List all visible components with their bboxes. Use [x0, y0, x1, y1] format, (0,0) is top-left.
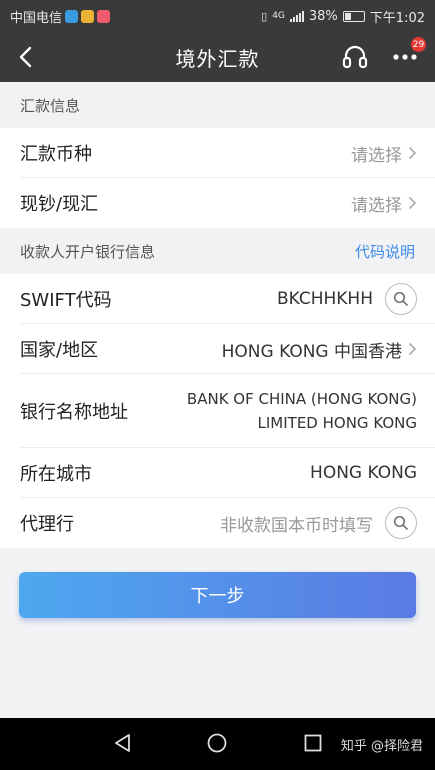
country-row[interactable]: 国家/地区 HONG KONG 中国香港 — [0, 324, 435, 374]
watermark-text: 知乎 @择险君 — [340, 739, 423, 754]
chevron-right-icon — [408, 342, 417, 356]
agent-bank-placeholder: 非收款国本币时填写 — [220, 515, 373, 536]
cash-type-select-text: 请选择 — [351, 195, 402, 216]
system-navigation-bar: 知乎 @择险君 — [0, 718, 435, 770]
bank-info-title: 收款人开户银行信息 — [20, 242, 156, 261]
square-recents-icon — [304, 734, 322, 752]
notification-badge: 29 — [411, 37, 426, 52]
carrier-label: 中国电信 — [10, 10, 63, 26]
system-back-button[interactable] — [112, 732, 134, 758]
battery-percent: 38% — [308, 8, 338, 24]
system-recents-button[interactable] — [302, 732, 324, 758]
app-notification-icon — [65, 9, 79, 23]
next-button-container: 下一步 — [0, 548, 435, 618]
swift-label: SWIFT代码 — [20, 290, 112, 311]
battery-icon — [342, 10, 365, 22]
customer-service-button[interactable] — [339, 41, 371, 73]
country-value: HONG KONG 中国香港 — [221, 341, 402, 362]
agent-bank-search-button[interactable] — [385, 507, 417, 539]
circle-home-icon — [207, 733, 227, 753]
swift-row[interactable]: SWIFT代码 BKCHHKHH — [0, 274, 435, 324]
search-icon — [393, 515, 408, 530]
video-notification-icon — [97, 9, 111, 23]
currency-select-text: 请选择 — [351, 145, 402, 166]
chevron-right-icon — [408, 146, 417, 160]
cash-type-select[interactable]: 请选择 — [351, 191, 417, 216]
vibrate-icon: ▯ — [261, 9, 268, 23]
bank-name-row: 银行名称地址 BANK OF CHINA (HONG KONG) LIMITED… — [0, 374, 435, 448]
bank-name-line1: BANK OF CHINA (HONG KONG) — [186, 390, 417, 408]
status-bar: 中国电信 ▯ 4G 38% 下午1:02 — [0, 0, 435, 32]
currency-select[interactable]: 请选择 — [351, 141, 417, 166]
nav-bar: 境外汇款 29 — [0, 32, 435, 82]
swift-value[interactable]: BKCHHKHH — [277, 283, 417, 315]
city-value: HONG KONG — [310, 463, 417, 483]
country-label: 国家/地区 — [20, 340, 99, 361]
network-type-label: 4G — [272, 11, 285, 21]
more-button[interactable]: 29 — [389, 37, 426, 73]
more-icon — [393, 54, 417, 60]
city-label: 所在城市 — [20, 464, 92, 485]
signal-icon — [289, 10, 304, 22]
cash-type-row[interactable]: 现钞/现汇 请选择 — [0, 178, 435, 228]
bank-name-label: 银行名称地址 — [20, 402, 128, 423]
currency-label: 汇款币种 — [20, 144, 92, 165]
city-row: 所在城市 HONG KONG — [0, 448, 435, 498]
agent-bank-label: 代理行 — [20, 514, 74, 535]
triangle-back-icon — [115, 734, 130, 752]
currency-row[interactable]: 汇款币种 请选择 — [0, 128, 435, 178]
cash-type-label: 现钞/现汇 — [20, 194, 99, 215]
country-select[interactable]: HONG KONG 中国香港 — [222, 337, 417, 362]
search-icon — [393, 291, 408, 306]
remittance-info-header: 汇款信息 — [0, 82, 435, 128]
bank-name-value: BANK OF CHINA (HONG KONG) LIMITED HONG K… — [187, 387, 417, 435]
bank-info-header: 收款人开户银行信息 代码说明 — [0, 228, 435, 274]
remittance-info-title: 汇款信息 — [20, 96, 81, 115]
agent-bank-row[interactable]: 代理行 非收款国本币时填写 — [0, 498, 435, 548]
swift-search-button[interactable] — [385, 283, 417, 315]
code-explanation-link[interactable]: 代码说明 — [355, 241, 415, 262]
bank-name-line2: LIMITED HONG KONG — [257, 414, 417, 432]
chevron-right-icon — [408, 196, 417, 210]
agent-bank-input[interactable]: 非收款国本币时填写 — [220, 507, 417, 539]
mail-notification-icon — [81, 9, 95, 23]
system-home-button[interactable] — [206, 732, 228, 758]
clock: 下午1:02 — [369, 10, 425, 26]
next-step-button[interactable]: 下一步 — [19, 572, 416, 618]
swift-code-text: BKCHHKHH — [276, 289, 373, 309]
back-arrow-icon — [19, 46, 32, 68]
back-button[interactable] — [0, 32, 50, 82]
headset-icon — [342, 45, 368, 69]
